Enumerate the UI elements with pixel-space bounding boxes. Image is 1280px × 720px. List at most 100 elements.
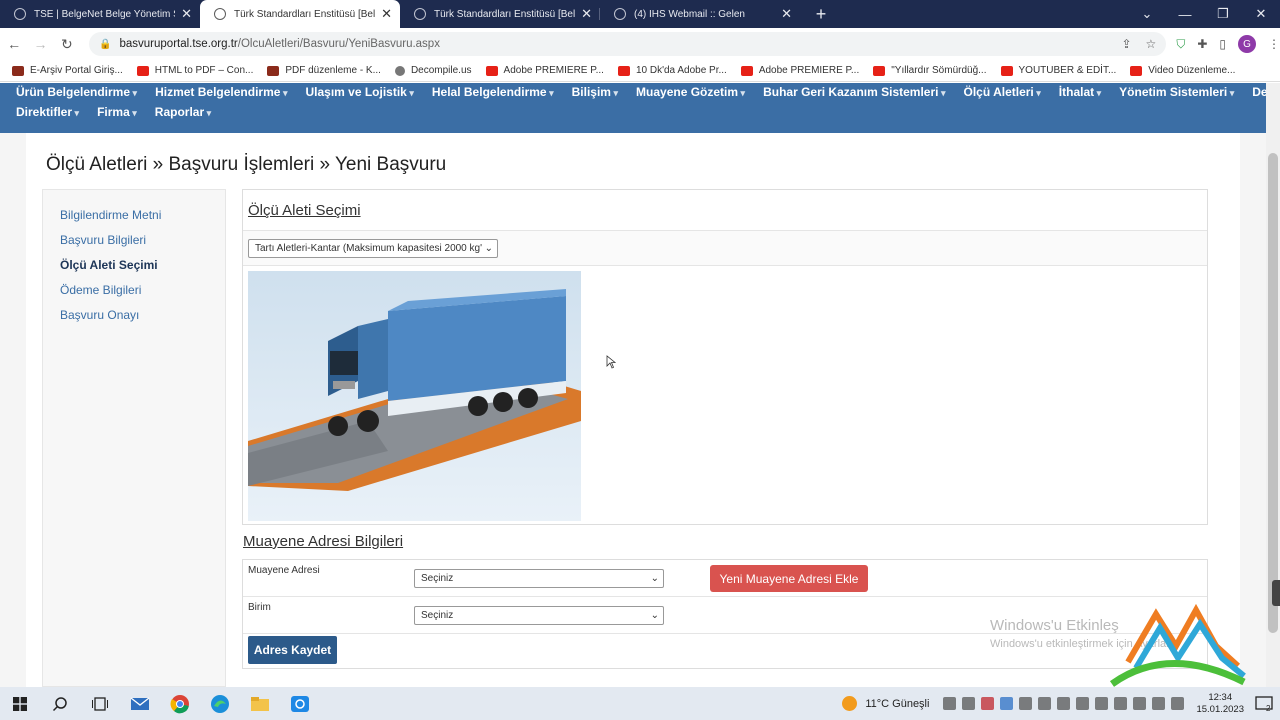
bookmark-label: Adobe PREMIERE P... [503, 65, 604, 76]
nav-menu-item[interactable]: Raporlar [155, 105, 211, 119]
bookmark-label: E-Arşiv Portal Giriş... [30, 65, 123, 76]
volume-icon[interactable] [1133, 697, 1147, 710]
tab-search-icon[interactable]: ⌄ [1128, 0, 1166, 28]
mail-app-icon[interactable] [120, 687, 160, 720]
bookmark-item[interactable]: YOUTUBER & EDİT... [1000, 65, 1116, 76]
chrome-icon[interactable] [160, 687, 200, 720]
nav-menu-item[interactable]: Ürün Belgelendirme [16, 85, 137, 99]
close-icon[interactable]: ✕ [781, 6, 792, 22]
nav-menu-item[interactable]: Helal Belgelendirme [432, 85, 554, 99]
tray-app-icon[interactable] [943, 697, 957, 710]
bookmark-item[interactable]: Decompile.us [394, 65, 472, 76]
nav-menu-item[interactable]: Hizmet Belgelendirme [155, 85, 287, 99]
bookmark-item[interactable]: Adobe PREMIERE P... [740, 65, 859, 76]
maximize-icon[interactable]: ❐ [1204, 0, 1242, 28]
truck-scale-image [248, 271, 581, 521]
puzzle-icon[interactable]: ✚ [1197, 37, 1207, 51]
star-icon[interactable]: ☆ [1146, 37, 1157, 51]
tray-app-icon[interactable] [1019, 697, 1033, 710]
bluetooth-icon[interactable] [1000, 697, 1014, 710]
sidebar-item-bilgilendirme[interactable]: Bilgilendirme Metni [43, 208, 225, 233]
browser-tab-3[interactable]: Türk Standardları Enstitüsü [Belg ✕ [400, 0, 600, 28]
omnibox-actions: ⇪ ☆ [1121, 37, 1166, 51]
reload-icon[interactable]: ↻ [55, 31, 79, 57]
sidebar-item-basvuru-bilgileri[interactable]: Başvuru Bilgileri [43, 233, 225, 258]
forward-icon[interactable]: → [28, 31, 52, 57]
notification-icon[interactable]: 2 [1252, 693, 1276, 715]
edge-icon[interactable] [200, 687, 240, 720]
windows-start-icon[interactable] [0, 687, 40, 720]
browser-tab-1[interactable]: TSE | BelgeNet Belge Yönetim Sis ✕ [0, 0, 200, 28]
minimize-icon[interactable]: — [1166, 0, 1204, 28]
nav-menu-item[interactable]: Ölçü Aletleri [964, 85, 1041, 99]
close-icon[interactable]: ✕ [381, 6, 392, 22]
bookmark-item[interactable]: "Yıllardır Sömürdüğ... [873, 65, 987, 76]
sidebar-item-odeme-bilgileri[interactable]: Ödeme Bilgileri [43, 283, 225, 308]
nav-menu-item[interactable]: Buhar Geri Kazanım Sistemleri [763, 85, 945, 99]
scrollbar-thumb[interactable] [1268, 153, 1278, 633]
bookmark-item[interactable]: HTML to PDF – Con... [136, 65, 253, 76]
share-icon[interactable]: ⇪ [1121, 37, 1131, 51]
new-tab-button[interactable]: + [806, 0, 836, 28]
nav-menu-item[interactable]: Ulaşım ve Lojistik [305, 85, 413, 99]
add-address-button[interactable]: Yeni Muayene Adresi Ekle [710, 565, 868, 592]
bookmark-item[interactable]: PDF düzenleme - K... [267, 65, 381, 76]
tray-app-icon[interactable] [981, 697, 995, 710]
nav-menu-item[interactable]: Firma [97, 105, 137, 119]
tray-app-icon[interactable] [962, 697, 976, 710]
task-view-icon[interactable] [80, 687, 120, 720]
extensions-area: ⛉ ✚ ▯ G ⋮ [1176, 35, 1280, 53]
bookmark-item[interactable]: Adobe PREMIERE P... [485, 65, 604, 76]
usb-icon[interactable] [1171, 697, 1185, 710]
language-icon[interactable] [1152, 697, 1166, 710]
bookmark-icon [12, 65, 24, 76]
nav-menu-item[interactable]: Bilişim [572, 85, 618, 99]
sidebar-item-olcu-aleti-secimi[interactable]: Ölçü Aleti Seçimi [43, 258, 225, 283]
battery-icon[interactable] [1095, 697, 1109, 710]
youtube-icon [873, 65, 886, 76]
address-label: Muayene Adresi [248, 565, 320, 576]
nav-menu-item[interactable]: Direktifler [16, 105, 79, 119]
save-address-button[interactable]: Adres Kaydet [248, 636, 337, 664]
wifi-icon[interactable] [1114, 697, 1128, 710]
browser-tab-2[interactable]: Türk Standardları Enstitüsü [Belg ✕ [200, 0, 400, 28]
shield-icon[interactable]: ⛉ [1176, 37, 1185, 52]
bookmark-item[interactable]: E-Arşiv Portal Giriş... [12, 65, 123, 76]
youtube-icon [1130, 65, 1143, 76]
tray-app-icon[interactable] [1057, 697, 1071, 710]
instrument-select-value: Tartı Aletleri-Kantar (Maksimum kapasite… [255, 243, 482, 254]
remote-app-icon[interactable] [280, 687, 320, 720]
nav-menu-item[interactable]: Deney Talep [1252, 85, 1266, 99]
nav-menu-item[interactable]: İthalat [1059, 85, 1101, 99]
nav-menu-item[interactable]: Yönetim Sistemleri [1119, 85, 1234, 99]
nav-menu-item[interactable]: Muayene Gözetim [636, 85, 745, 99]
back-icon[interactable]: ← [2, 31, 26, 57]
sidepanel-icon[interactable]: ▯ [1219, 37, 1226, 51]
instrument-panel: Ölçü Aleti Seçimi Tartı Aletleri-Kantar … [242, 189, 1208, 525]
chevron-down-icon: ⌄ [650, 573, 659, 584]
address-select[interactable]: Seçiniz ⌄ [414, 569, 664, 588]
taskbar-clock[interactable]: 12:34 15.01.2023 [1196, 692, 1244, 716]
system-tray: 11°C Güneşli 12:34 15.01.2023 2 [842, 687, 1280, 720]
bookmark-item[interactable]: 10 Dk'da Adobe Pr... [617, 65, 727, 76]
shield-icon[interactable] [1076, 697, 1090, 710]
window-close-icon[interactable]: ✕ [1242, 0, 1280, 28]
unit-select[interactable]: Seçiniz ⌄ [414, 606, 664, 625]
search-icon[interactable] [40, 687, 80, 720]
bookmark-item[interactable]: Video Düzenleme... [1130, 65, 1235, 76]
file-explorer-icon[interactable] [240, 687, 280, 720]
close-icon[interactable]: ✕ [581, 6, 592, 22]
sidebar-item-basvuru-onayi[interactable]: Başvuru Onayı [43, 308, 225, 333]
unit-label: Birim [248, 602, 271, 613]
browser-tab-4[interactable]: (4) IHS Webmail :: Gelen ✕ [600, 0, 800, 28]
side-feedback-tab[interactable] [1272, 580, 1280, 606]
instrument-select-row: Tartı Aletleri-Kantar (Maksimum kapasite… [243, 231, 1207, 266]
close-icon[interactable]: ✕ [181, 6, 192, 22]
weather-widget[interactable]: 11°C Güneşli [842, 696, 929, 711]
instrument-select[interactable]: Tartı Aletleri-Kantar (Maksimum kapasite… [248, 239, 498, 258]
tab-title: (4) IHS Webmail :: Gelen [634, 8, 745, 20]
address-bar[interactable]: 🔒 basvuruportal.tse.org.tr/OlcuAletleri/… [89, 32, 1167, 56]
menu-icon[interactable]: ⋮ [1268, 37, 1280, 51]
avatar[interactable]: G [1238, 35, 1256, 53]
tray-app-icon[interactable] [1038, 697, 1052, 710]
